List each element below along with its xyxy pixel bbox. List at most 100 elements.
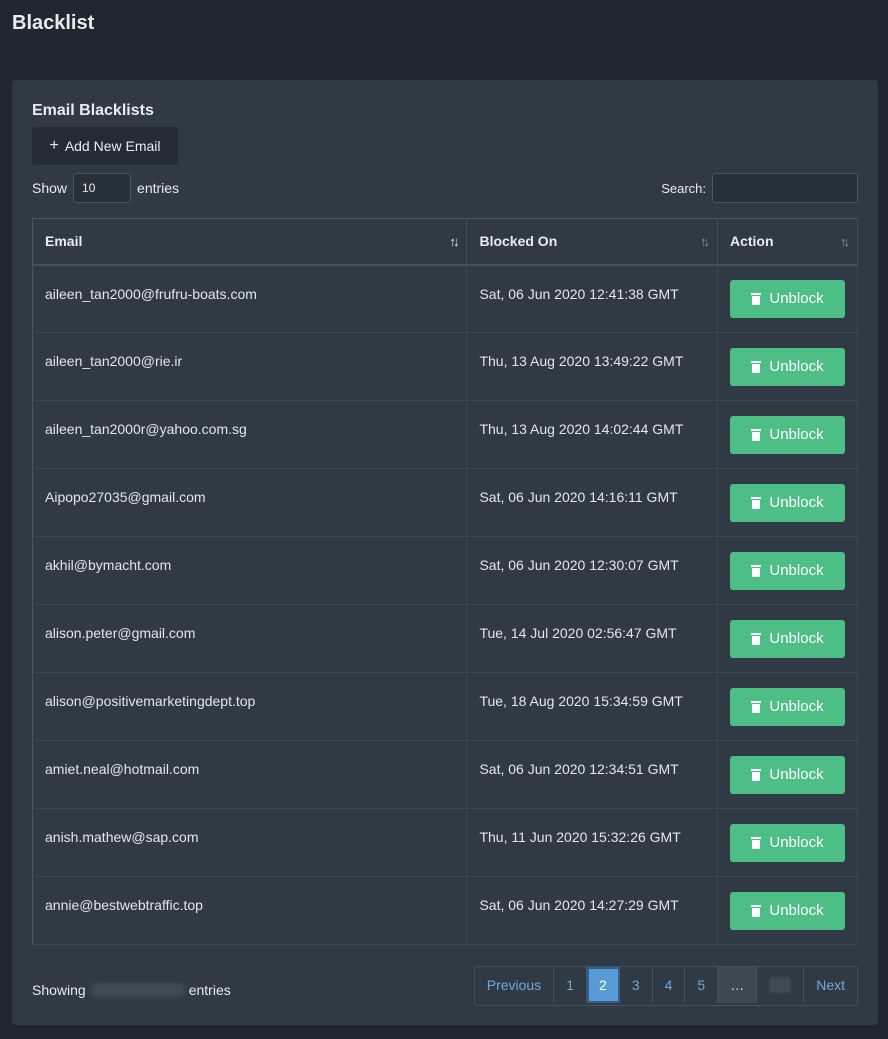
unblock-label: Unblock bbox=[769, 902, 824, 919]
pagination-page-redacted[interactable] bbox=[757, 967, 805, 1003]
trash-icon bbox=[751, 360, 762, 373]
blocked-on-cell: Sat, 06 Jun 2020 14:27:29 GMT bbox=[466, 876, 718, 945]
pagination-page-1[interactable]: 1 bbox=[554, 967, 588, 1003]
action-cell: Unblock bbox=[717, 740, 859, 809]
add-new-email-button[interactable]: + Add New Email bbox=[32, 127, 178, 165]
blocked-on-cell: Thu, 13 Aug 2020 14:02:44 GMT bbox=[466, 400, 718, 469]
plus-icon: + bbox=[49, 137, 59, 154]
page-title: Blacklist bbox=[12, 12, 95, 34]
pagination: Previous 1 2 3 4 5 … Next bbox=[473, 966, 858, 1006]
unblock-button[interactable]: Unblock bbox=[729, 619, 845, 658]
entries-footer-label: entries bbox=[188, 982, 231, 998]
pagination-page-4[interactable]: 4 bbox=[653, 967, 686, 1003]
search-label: Search: bbox=[661, 180, 706, 196]
pagination-page-2[interactable]: 2 bbox=[587, 967, 620, 1003]
table-row: alison.peter@gmail.com Tue, 14 Jul 2020 0… bbox=[32, 604, 859, 673]
email-cell: aileen_tan2000@rie.ir bbox=[32, 332, 468, 401]
blacklist-card: Email Blacklists + Add New Email Show en… bbox=[12, 80, 878, 1025]
table-row: alison@positivemarketingdept.top Tue, 18 … bbox=[32, 672, 859, 741]
entries-length-control: Show entries bbox=[32, 172, 179, 204]
unblock-label: Unblock bbox=[769, 834, 824, 851]
pagination-previous[interactable]: Previous bbox=[475, 967, 555, 1003]
sort-icon: ↑↓ bbox=[840, 234, 850, 249]
blocked-on-cell: Sat, 06 Jun 2020 12:30:07 GMT bbox=[466, 536, 718, 605]
entries-per-page-input[interactable] bbox=[73, 173, 132, 203]
trash-icon bbox=[751, 428, 762, 441]
unblock-button[interactable]: Unblock bbox=[729, 551, 845, 590]
email-cell: amiet.neal@hotmail.com bbox=[32, 740, 468, 809]
column-header-action[interactable]: Action ↑↓ bbox=[717, 218, 859, 266]
trash-icon bbox=[751, 904, 762, 917]
unblock-label: Unblock bbox=[769, 358, 824, 375]
search-control: Search: bbox=[661, 172, 858, 204]
blocked-on-cell: Tue, 14 Jul 2020 02:56:47 GMT bbox=[466, 604, 718, 673]
unblock-button[interactable]: Unblock bbox=[729, 687, 845, 726]
unblock-button[interactable]: Unblock bbox=[729, 415, 845, 454]
sort-icon: ↑↓ bbox=[449, 234, 459, 249]
card-title: Email Blacklists bbox=[32, 102, 154, 119]
column-header-email[interactable]: Email ↑↓ bbox=[32, 218, 468, 266]
email-cell: annie@bestwebtraffic.top bbox=[32, 876, 468, 945]
table-row: amiet.neal@hotmail.com Sat, 06 Jun 2020 1… bbox=[32, 740, 859, 809]
email-cell: aileen_tan2000r@yahoo.com.sg bbox=[32, 400, 468, 469]
blocked-on-cell: Sat, 06 Jun 2020 12:41:38 GMT bbox=[466, 264, 718, 333]
action-cell: Unblock bbox=[717, 468, 859, 537]
column-header-label: Blocked On bbox=[479, 233, 558, 250]
table-row: aileen_tan2000r@yahoo.com.sg Thu, 13 Aug … bbox=[32, 400, 859, 469]
trash-icon bbox=[751, 292, 762, 305]
table-row: anish.mathew@sap.com Thu, 11 Jun 2020 15:… bbox=[32, 808, 859, 877]
unblock-button[interactable]: Unblock bbox=[729, 823, 845, 862]
blocked-on-cell: Thu, 13 Aug 2020 13:49:22 GMT bbox=[466, 332, 718, 401]
unblock-label: Unblock bbox=[769, 630, 824, 647]
column-header-label: Email bbox=[45, 233, 83, 250]
add-new-email-label: Add New Email bbox=[64, 138, 161, 154]
unblock-label: Unblock bbox=[769, 698, 824, 715]
blacklist-table: Email ↑↓ Blocked On ↑↓ Action ↑↓ aileen_… bbox=[32, 218, 859, 945]
unblock-button[interactable]: Unblock bbox=[729, 755, 845, 794]
email-cell: aileen_tan2000@frufru-boats.com bbox=[32, 264, 468, 333]
pagination-ellipsis: … bbox=[718, 967, 758, 1003]
table-row: Aipopo27035@gmail.com Sat, 06 Jun 2020 14… bbox=[32, 468, 859, 537]
unblock-label: Unblock bbox=[769, 426, 824, 443]
email-cell: alison@positivemarketingdept.top bbox=[32, 672, 468, 741]
unblock-button[interactable]: Unblock bbox=[729, 279, 845, 318]
pagination-next[interactable]: Next bbox=[804, 967, 857, 1003]
trash-icon bbox=[751, 496, 762, 509]
column-header-blocked-on[interactable]: Blocked On ↑↓ bbox=[466, 218, 718, 266]
redacted-range bbox=[89, 983, 185, 997]
unblock-button[interactable]: Unblock bbox=[729, 891, 845, 930]
action-cell: Unblock bbox=[717, 876, 859, 945]
email-cell: Aipopo27035@gmail.com bbox=[32, 468, 468, 537]
email-cell: anish.mathew@sap.com bbox=[32, 808, 468, 877]
action-cell: Unblock bbox=[717, 536, 859, 605]
unblock-label: Unblock bbox=[769, 494, 824, 511]
pagination-page-5[interactable]: 5 bbox=[685, 967, 719, 1003]
unblock-label: Unblock bbox=[769, 290, 824, 308]
email-cell: akhil@bymacht.com bbox=[32, 536, 468, 605]
blocked-on-cell: Tue, 18 Aug 2020 15:34:59 GMT bbox=[466, 672, 718, 741]
sort-icon: ↑↓ bbox=[699, 234, 710, 249]
column-header-label: Action bbox=[729, 233, 774, 250]
action-cell: Unblock bbox=[717, 604, 859, 673]
action-cell: Unblock bbox=[717, 400, 859, 469]
table-row: annie@bestwebtraffic.top Sat, 06 Jun 2020… bbox=[32, 876, 859, 945]
pagination-page-3[interactable]: 3 bbox=[620, 967, 653, 1003]
trash-icon bbox=[751, 700, 762, 713]
action-cell: Unblock bbox=[717, 808, 859, 877]
action-cell: Unblock bbox=[717, 332, 859, 401]
showing-label: Showing bbox=[32, 982, 86, 998]
email-cell: alison.peter@gmail.com bbox=[32, 604, 468, 673]
trash-icon bbox=[751, 564, 762, 577]
trash-icon bbox=[751, 632, 762, 645]
unblock-button[interactable]: Unblock bbox=[729, 483, 845, 522]
search-input[interactable] bbox=[712, 173, 858, 203]
blocked-on-cell: Sat, 06 Jun 2020 12:34:51 GMT bbox=[466, 740, 718, 809]
table-header-row: Email ↑↓ Blocked On ↑↓ Action ↑↓ bbox=[32, 218, 859, 266]
table-row: aileen_tan2000@rie.ir Thu, 13 Aug 2020 13… bbox=[32, 332, 859, 401]
action-cell: Unblock bbox=[717, 264, 859, 333]
unblock-label: Unblock bbox=[769, 562, 824, 579]
unblock-button[interactable]: Unblock bbox=[729, 347, 845, 386]
entries-label: entries bbox=[137, 180, 180, 196]
table-info: Showing entries bbox=[32, 982, 231, 998]
trash-icon bbox=[751, 836, 762, 849]
